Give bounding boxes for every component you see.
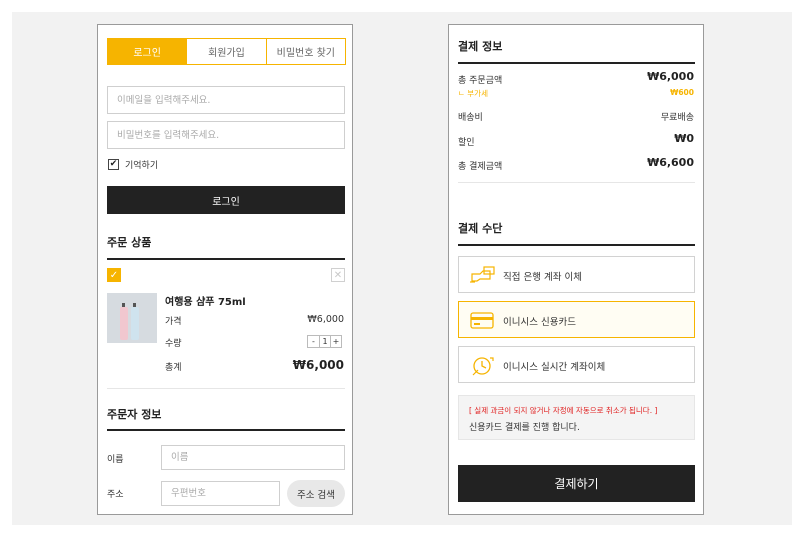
discount-value: ₩0 bbox=[674, 132, 694, 145]
qty-value: 1 bbox=[319, 336, 330, 347]
payment-option-credit-card[interactable]: 이니시스 신용카드 bbox=[458, 301, 695, 338]
subtotal-value: ₩6,000 bbox=[647, 70, 694, 83]
vat-label: ㄴ 부가세 bbox=[458, 89, 488, 98]
pay-button[interactable]: 결제하기 bbox=[458, 465, 695, 502]
email-input[interactable] bbox=[107, 86, 345, 114]
login-tabs: 로그인 회원가입 비밀번호 찾기 bbox=[107, 38, 346, 65]
quantity-stepper: - 1 + bbox=[307, 335, 342, 348]
tab-login[interactable]: 로그인 bbox=[108, 39, 187, 64]
divider bbox=[107, 258, 345, 260]
total-value: ₩6,600 bbox=[647, 156, 694, 169]
credit-card-icon bbox=[470, 312, 494, 329]
close-icon: ✕ bbox=[333, 269, 343, 281]
tab-find-password[interactable]: 비밀번호 찾기 bbox=[265, 39, 345, 64]
tab-signup[interactable]: 회원가입 bbox=[186, 39, 265, 64]
product-name: 여행용 샴푸 75ml bbox=[165, 297, 246, 308]
payment-method-title: 결제 수단 bbox=[458, 222, 503, 235]
payment-option-label: 이니시스 실시간 계좌이체 bbox=[503, 362, 606, 373]
password-input[interactable] bbox=[107, 121, 345, 149]
item-total-label: 총계 bbox=[165, 363, 182, 373]
remember-label: 기억하기 bbox=[125, 161, 159, 171]
item-checkbox[interactable]: ✓ bbox=[107, 268, 121, 282]
notice-text: 신용카드 결제를 진행 합니다. bbox=[469, 423, 580, 433]
zipcode-input[interactable] bbox=[161, 481, 280, 506]
vat-value: ₩600 bbox=[670, 88, 694, 97]
payment-notice: [ 실제 과금이 되지 않거나 자정에 자동으로 취소가 됩니다. ] 신용카드… bbox=[458, 395, 695, 440]
divider bbox=[458, 182, 695, 183]
remember-checkbox[interactable]: ✔ bbox=[108, 159, 119, 170]
orderer-title: 주문자 정보 bbox=[107, 408, 162, 421]
price-label: 가격 bbox=[165, 317, 182, 327]
checkout-left-panel: 로그인 회원가입 비밀번호 찾기 ✔ 기억하기 로그인 주문 상품 ✓ ✕ 여행… bbox=[97, 24, 353, 515]
qty-label: 수량 bbox=[165, 339, 182, 349]
total-label: 총 결제금액 bbox=[458, 162, 503, 172]
item-total: ₩6,000 bbox=[292, 358, 344, 372]
check-icon: ✔ bbox=[109, 159, 118, 169]
bank-transfer-icon bbox=[470, 266, 495, 283]
name-input[interactable] bbox=[161, 445, 345, 470]
discount-label: 할인 bbox=[458, 138, 475, 148]
product-price: ₩6,000 bbox=[307, 314, 344, 325]
divider bbox=[458, 62, 695, 64]
order-products-title: 주문 상품 bbox=[107, 236, 152, 249]
subtotal-label: 총 주문금액 bbox=[458, 76, 503, 86]
login-button[interactable]: 로그인 bbox=[107, 186, 345, 214]
product-image bbox=[107, 293, 157, 343]
shipping-value: 무료배송 bbox=[660, 113, 694, 123]
payment-info-title: 결제 정보 bbox=[458, 40, 503, 53]
payment-option-label: 직접 은행 계좌 이체 bbox=[503, 272, 582, 283]
check-icon: ✓ bbox=[109, 269, 119, 281]
qty-decrease-button[interactable]: - bbox=[308, 336, 319, 347]
name-label: 이름 bbox=[107, 455, 124, 465]
payment-option-label: 이니시스 신용카드 bbox=[503, 317, 576, 328]
divider bbox=[107, 429, 345, 431]
qty-increase-button[interactable]: + bbox=[330, 336, 341, 347]
realtime-transfer-icon bbox=[472, 357, 494, 376]
checkout-right-panel: 결제 정보 총 주문금액 ₩6,000 ㄴ 부가세 ₩600 배송비 무료배송 … bbox=[448, 24, 704, 515]
address-label: 주소 bbox=[107, 490, 124, 500]
address-search-button[interactable]: 주소 검색 bbox=[287, 480, 345, 507]
notice-warning: [ 실제 과금이 되지 않거나 자정에 자동으로 취소가 됩니다. ] bbox=[469, 406, 658, 415]
divider bbox=[107, 388, 345, 389]
divider bbox=[458, 244, 695, 246]
payment-option-bank-transfer[interactable]: 직접 은행 계좌 이체 bbox=[458, 256, 695, 293]
shipping-label: 배송비 bbox=[458, 113, 483, 123]
payment-option-realtime-transfer[interactable]: 이니시스 실시간 계좌이체 bbox=[458, 346, 695, 383]
remove-item-button[interactable]: ✕ bbox=[331, 268, 345, 282]
